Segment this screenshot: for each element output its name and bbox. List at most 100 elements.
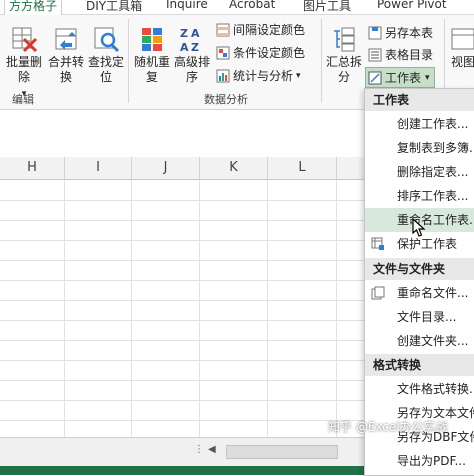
group-divider bbox=[128, 19, 129, 103]
tab-acrobat[interactable]: Acrobat bbox=[229, 0, 275, 11]
column-header-l[interactable]: L bbox=[268, 157, 337, 180]
condition-color-button[interactable]: 条件设定颜色 bbox=[216, 44, 305, 61]
menu-item-label: 复制表到多簿... bbox=[397, 141, 474, 155]
gridline bbox=[336, 180, 337, 440]
chevron-down-icon: ▾ bbox=[425, 72, 430, 83]
tab-picture-tools[interactable]: 图片工具 bbox=[303, 0, 351, 14]
view-icon bbox=[451, 28, 474, 50]
tab-inquire[interactable]: Inquire bbox=[166, 0, 208, 11]
mouse-pointer-icon bbox=[412, 218, 426, 237]
sort-az-icon: Z A A Z bbox=[180, 27, 200, 53]
menu-item-label: 创建文件夹... bbox=[397, 334, 469, 348]
gridline bbox=[267, 180, 268, 440]
menu-item-label: 排序工作表... bbox=[397, 189, 469, 203]
merge-convert-label-1: 合并转 bbox=[47, 55, 84, 69]
group-label-edit: 编辑 bbox=[12, 93, 34, 106]
protect-sheet-icon bbox=[371, 237, 384, 250]
menu-item-export-pdf[interactable]: 导出为PDF... bbox=[365, 449, 474, 473]
advanced-sort-button[interactable]: Z A A Z 高级排 序 bbox=[172, 25, 212, 85]
interval-color-button[interactable]: 间隔设定颜色 bbox=[216, 21, 305, 38]
svg-text:A: A bbox=[191, 27, 200, 40]
random-repeat-label-1: 随机重 bbox=[133, 55, 170, 69]
menu-item-delete-sheets[interactable]: 删除指定表... bbox=[365, 160, 474, 184]
group-divider bbox=[321, 19, 322, 103]
random-repeat-label-2: 复 bbox=[145, 70, 158, 84]
batch-delete-label: 批量删除 bbox=[5, 55, 42, 84]
view-label: 视图 bbox=[450, 55, 474, 69]
random-repeat-icon bbox=[142, 28, 162, 51]
menu-item-file-format-convert[interactable]: 文件格式转换... bbox=[365, 377, 474, 401]
column-header-h[interactable]: H bbox=[0, 157, 65, 180]
stats-analysis-button[interactable]: 统计与分析 ▾ bbox=[216, 67, 301, 84]
rename-files-icon bbox=[371, 286, 385, 300]
summary-split-label-2: 分 bbox=[337, 70, 350, 84]
worksheet-icon bbox=[368, 71, 382, 84]
menu-item-copy-to-workbooks[interactable]: 复制表到多簿... bbox=[365, 136, 474, 160]
menu-item-label: 创建工作表... bbox=[397, 117, 469, 131]
view-button[interactable]: 视图 bbox=[448, 25, 474, 70]
column-header-k[interactable]: K bbox=[200, 157, 268, 180]
horizontal-scrollbar[interactable] bbox=[226, 445, 338, 459]
gridline bbox=[64, 180, 65, 440]
advanced-sort-label-2: 序 bbox=[185, 70, 198, 84]
find-locate-button[interactable]: 查找定 位 bbox=[86, 25, 126, 85]
save-sheet-icon bbox=[368, 26, 382, 39]
gridline bbox=[131, 180, 132, 440]
stats-chart-icon bbox=[216, 69, 230, 82]
ribbon-tab-strip: 方方格子 DIY工具箱 Inquire Acrobat 图片工具 Power P… bbox=[0, 0, 474, 15]
magnifier-icon bbox=[94, 27, 120, 53]
menu-item-label: 重命名文件... bbox=[397, 286, 469, 300]
tab-power-pivot[interactable]: Power Pivot bbox=[377, 0, 447, 11]
summary-split-button[interactable]: 汇总拆 分 bbox=[324, 25, 364, 85]
menu-item-file-directory[interactable]: 文件目录... bbox=[365, 305, 474, 329]
column-header-j[interactable]: J bbox=[132, 157, 200, 180]
scroll-splitter[interactable]: ⋮ bbox=[194, 444, 204, 458]
svg-text:A: A bbox=[180, 41, 189, 53]
svg-text:Z: Z bbox=[180, 27, 188, 40]
menu-item-create-folders[interactable]: 创建文件夹... bbox=[365, 329, 474, 353]
summary-split-icon bbox=[334, 27, 355, 52]
tab-fangfanggezi[interactable]: 方方格子 bbox=[4, 0, 63, 15]
menu-item-label: 导出为PDF... bbox=[397, 454, 466, 468]
tab-diy-toolbox[interactable]: DIY工具箱 bbox=[86, 0, 142, 14]
interval-color-label: 间隔设定颜色 bbox=[233, 23, 306, 37]
menu-section-files-folders: 文件与文件夹 bbox=[365, 258, 474, 280]
menu-item-label: 删除指定表... bbox=[397, 165, 469, 179]
watermark: 知乎 @Excel办公实战 bbox=[328, 418, 448, 435]
worksheet-dropdown-button[interactable]: 工作表 ▾ bbox=[365, 67, 435, 88]
batch-delete-icon bbox=[12, 27, 38, 53]
merge-convert-label-2: 换 bbox=[59, 70, 72, 84]
sheet-directory-button[interactable]: 表格目录 bbox=[368, 46, 433, 63]
merge-convert-icon bbox=[55, 28, 77, 50]
chevron-down-icon: ▾ bbox=[296, 70, 301, 81]
save-sheet-label: 另存本表 bbox=[385, 26, 434, 40]
save-sheet-button[interactable]: 另存本表 bbox=[368, 24, 433, 41]
menu-item-create-worksheet[interactable]: 创建工作表... bbox=[365, 112, 474, 136]
random-repeat-button[interactable]: 随机重 复 bbox=[132, 25, 172, 85]
sheet-directory-icon bbox=[368, 48, 382, 61]
svg-text:Z: Z bbox=[191, 41, 199, 53]
menu-item-label: 文件格式转换... bbox=[397, 382, 474, 396]
interval-color-icon bbox=[216, 23, 230, 36]
menu-section-format-conversion: 格式转换 bbox=[365, 354, 474, 376]
menu-item-label: 保护工作表 bbox=[397, 237, 458, 251]
find-locate-label-1: 查找定 bbox=[87, 55, 124, 69]
menu-item-label: 文件目录... bbox=[397, 310, 457, 324]
condition-color-icon bbox=[216, 46, 230, 59]
menu-item-label: 重命名工作表... bbox=[397, 213, 474, 227]
watermark-text: 知乎 @Excel办公实战 bbox=[328, 420, 448, 434]
menu-item-rename-files[interactable]: 重命名文件... bbox=[365, 281, 474, 305]
summary-split-label-1: 汇总拆 bbox=[325, 55, 362, 69]
menu-section-worksheet: 工作表 bbox=[365, 89, 474, 111]
sheet-directory-label: 表格目录 bbox=[385, 48, 434, 62]
find-locate-label-2: 位 bbox=[99, 70, 112, 84]
merge-convert-button[interactable]: 合并转 换 bbox=[46, 25, 86, 85]
group-label-data-analysis: 数据分析 bbox=[204, 93, 248, 106]
stats-analysis-label: 统计与分析 bbox=[233, 69, 294, 83]
scroll-left-icon[interactable]: ◀ bbox=[208, 444, 222, 458]
menu-item-sort-worksheets[interactable]: 排序工作表... bbox=[365, 184, 474, 208]
condition-color-label: 条件设定颜色 bbox=[233, 46, 306, 60]
gridline bbox=[199, 180, 200, 440]
worksheet-label: 工作表 bbox=[385, 71, 422, 85]
column-header-i[interactable]: I bbox=[65, 157, 132, 180]
